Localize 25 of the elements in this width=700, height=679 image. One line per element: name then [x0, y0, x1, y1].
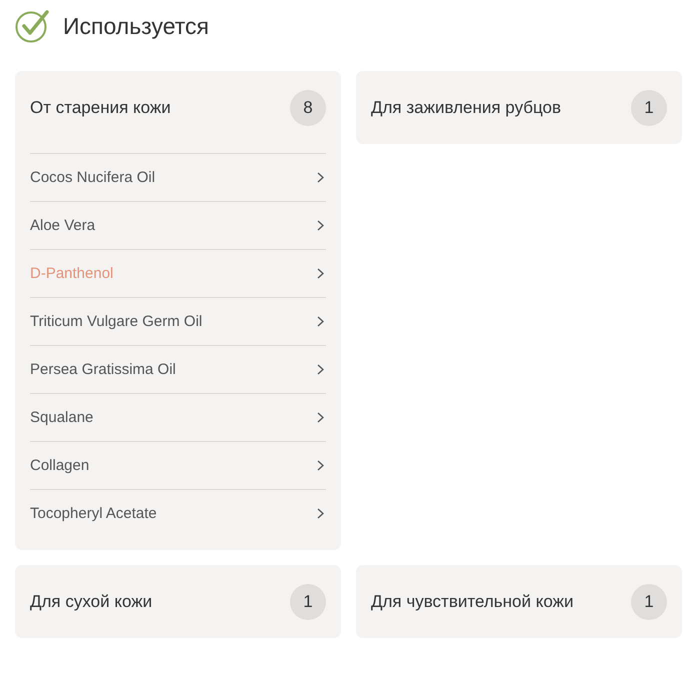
ingredient-item[interactable]: Aloe Vera: [30, 201, 326, 249]
section-title: Используется: [63, 12, 209, 40]
ingredient-item[interactable]: Collagen: [30, 441, 326, 489]
chevron-right-icon: [317, 268, 324, 279]
ingredient-item[interactable]: Persea Gratissima Oil: [30, 345, 326, 393]
category-title[interactable]: От старения кожи: [30, 98, 171, 118]
count-badge: 1: [631, 584, 667, 620]
ingredient-item[interactable]: Squalane: [30, 393, 326, 441]
ingredient-item[interactable]: Tocopheryl Acetate: [30, 489, 326, 537]
count-badge: 1: [290, 584, 326, 620]
ingredient-item[interactable]: Cocos Nucifera Oil: [30, 153, 326, 201]
chevron-right-icon: [317, 220, 324, 231]
ingredient-item[interactable]: Triticum Vulgare Germ Oil: [30, 297, 326, 345]
check-circle-icon: [15, 9, 49, 43]
count-badge: 1: [631, 90, 667, 126]
chevron-right-icon: [317, 316, 324, 327]
category-title[interactable]: Для чувствительной кожи: [371, 592, 574, 612]
chevron-right-icon: [317, 460, 324, 471]
category-title[interactable]: Для сухой кожи: [30, 592, 152, 612]
chevron-right-icon: [317, 412, 324, 423]
category-title[interactable]: Для заживления рубцов: [371, 98, 562, 118]
count-badge: 8: [290, 90, 326, 126]
chevron-right-icon: [317, 172, 324, 183]
chevron-right-icon: [317, 364, 324, 375]
chevron-right-icon: [317, 508, 324, 519]
